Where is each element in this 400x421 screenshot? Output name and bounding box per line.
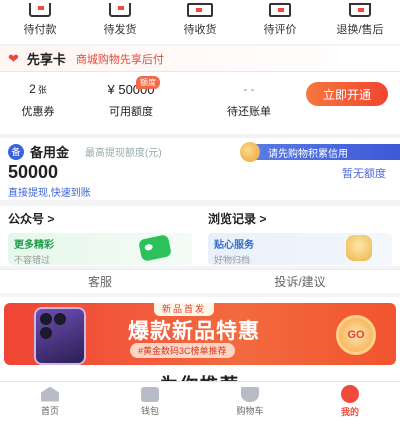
beiyongjin-title: 备用金: [30, 145, 70, 160]
coin-icon: [240, 142, 260, 162]
credit-pill-text: 请先购物积累信用: [268, 148, 348, 160]
truck-icon: [187, 3, 213, 17]
browse-history-promo[interactable]: 贴心服务 好物归档: [208, 233, 392, 265]
bill-value: - -: [243, 82, 255, 96]
open-now-button[interactable]: 立即开通: [306, 82, 388, 106]
order-return-aftersale[interactable]: 退换/售后: [320, 0, 400, 44]
home-icon: [41, 386, 59, 402]
promo-banner: 新品首发 爆款新品特惠 #黄金数码3C榜单推荐 GO: [0, 297, 400, 369]
banner-title: 爆款新品特惠: [128, 320, 260, 343]
browse-history-title[interactable]: 浏览记录 >: [208, 210, 392, 227]
promo-banner-card[interactable]: 新品首发 爆款新品特惠 #黄金数码3C榜单推荐 GO: [4, 303, 396, 365]
beiyongjin-card: 备 备用金 最高提现额度(元) 请先购物积累信用 50000 暂无额度 直接提现…: [0, 138, 400, 200]
wallet-icon: [29, 3, 51, 17]
official-account-title[interactable]: 公众号 >: [8, 210, 192, 227]
no-limit-text: 暂无额度: [342, 168, 386, 180]
xianxiang-title: 先享卡: [26, 52, 66, 67]
order-pending-review[interactable]: 待评价: [240, 0, 320, 44]
tab-wallet-label: 钱包: [140, 405, 159, 416]
profile-icon: [341, 385, 359, 403]
complaint-button[interactable]: 投诉/建议: [200, 270, 400, 293]
coupons-stat[interactable]: 2张 优惠券: [0, 82, 76, 119]
limit-label: 可用额度: [109, 106, 153, 118]
order-pending-payment-label: 待付款: [23, 24, 57, 36]
wallet-tab-icon: [141, 386, 159, 402]
beiyongjin-icon: 备: [8, 143, 24, 160]
banner-sub: #黄金数码3C榜单推荐: [130, 343, 235, 358]
tab-profile-label: 我的: [340, 407, 359, 417]
return-icon: [349, 3, 371, 17]
order-return-aftersale-label: 退换/售后: [336, 24, 384, 36]
tab-home-label: 首页: [40, 405, 59, 416]
comment-icon: [269, 3, 291, 17]
tab-home[interactable]: 首页: [0, 382, 100, 421]
beiyongjin-amount: 50000: [8, 162, 59, 182]
order-pending-receipt-label: 待收货: [183, 24, 217, 36]
official-account-section: 公众号 > 更多精彩 不容错过: [0, 206, 200, 266]
limit-stat[interactable]: 额度 ¥ 50000 可用额度: [76, 76, 186, 119]
beiyongjin-subtitle: 最高提现额度(元): [85, 148, 162, 159]
order-pending-review-label: 待评价: [263, 24, 297, 36]
order-pending-payment[interactable]: 待付款: [0, 0, 80, 44]
package-icon: [109, 3, 131, 17]
cart-icon: [241, 386, 259, 402]
browse-history-section: 浏览记录 > 贴心服务 好物归档: [200, 206, 400, 266]
xianxiang-subtitle: 商城购物先享后付: [75, 53, 164, 66]
bill-stat[interactable]: - - 待还账单: [186, 82, 312, 119]
tab-cart-label: 购物车: [236, 405, 264, 416]
tab-cart[interactable]: 购物车: [200, 382, 300, 421]
credit-pill[interactable]: 请先购物积累信用: [240, 142, 400, 162]
coupons-value: 2张: [29, 82, 47, 96]
heart-icon: ❤: [8, 50, 19, 66]
robot-icon: [346, 235, 372, 261]
xianxiang-card-header[interactable]: ❤ 先享卡 商城购物先享后付: [0, 46, 400, 72]
coupons-label: 优惠券: [21, 106, 55, 118]
xianxiang-card: ❤ 先享卡 商城购物先享后付 2张 优惠券 额度 ¥ 50000 可用额度 - …: [0, 46, 400, 134]
service-row: 客服 投诉/建议: [0, 269, 400, 293]
order-pending-shipment-label: 待发货: [103, 24, 137, 36]
tab-wallet[interactable]: 钱包: [100, 382, 200, 421]
order-pending-receipt[interactable]: 待收货: [160, 0, 240, 44]
bill-label: 待还账单: [227, 106, 271, 118]
bottom-tab-bar: 首页 钱包 购物车 我的: [0, 381, 400, 421]
limit-badge: 额度: [136, 76, 160, 89]
phone-image: [34, 307, 86, 365]
official-account-promo[interactable]: 更多精彩 不容错过: [8, 233, 192, 265]
tab-profile[interactable]: 我的: [300, 382, 400, 421]
go-button[interactable]: GO: [336, 315, 376, 355]
order-pending-shipment[interactable]: 待发货: [80, 0, 160, 44]
shortcuts-row: 公众号 > 更多精彩 不容错过 浏览记录 > 贴心服务 好物归档: [0, 206, 400, 266]
order-status-row: 待付款 待发货 待收货 待评价 退换/售后: [0, 0, 400, 44]
xianxiang-stats: 2张 优惠券 额度 ¥ 50000 可用额度 - - 待还账单 立即开通: [0, 72, 400, 119]
customer-service-button[interactable]: 客服: [0, 270, 200, 293]
withdraw-link[interactable]: 直接提现,快速到账: [8, 184, 91, 199]
